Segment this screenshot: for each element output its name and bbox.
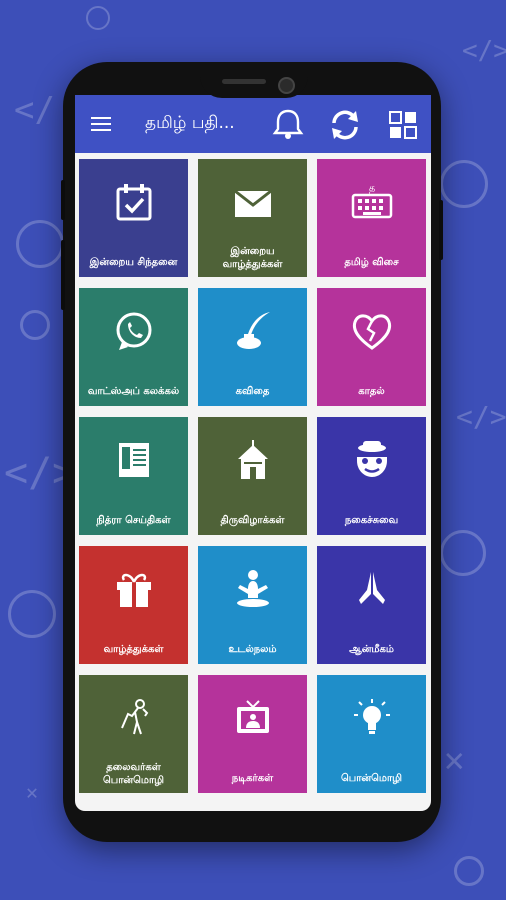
calendar-check-icon [116, 184, 152, 221]
praying-hands-icon [359, 572, 385, 604]
tile-label: தலைவர்கள் பொன்மொழி [102, 762, 165, 786]
tile-love[interactable]: காதல் [317, 288, 426, 406]
app-title: தமிழ் பதி... [145, 113, 235, 133]
envelope-icon [234, 189, 272, 217]
tile-label: வாட்ஸ்அப் கலக்கல் [87, 386, 180, 397]
bg-cross-icon: ✕ [26, 780, 39, 804]
quill-inkpot-icon [237, 312, 270, 349]
tile-label: இன்றைய வாழ்த்துக்கள் [222, 246, 283, 270]
svg-text:த: த [369, 183, 376, 194]
tile-today-thought[interactable]: இன்றைய சிந்தனை [79, 159, 188, 277]
tile-label: பொன்மொழி [340, 773, 403, 784]
bg-code-symbol: </ [14, 90, 55, 130]
leader-statue-icon [121, 699, 149, 735]
funny-face-icon [357, 441, 387, 477]
bg-globe-icon [86, 6, 110, 30]
gift-icon [117, 573, 151, 607]
bg-code-symbol: </> [456, 400, 506, 433]
tile-label: கவிதை [235, 386, 270, 397]
tile-poetry[interactable]: கவிதை [198, 288, 307, 406]
bg-globe-icon [16, 220, 64, 268]
tile-leaders-quotes[interactable]: தலைவர்கள் பொன்மொழி [79, 675, 188, 793]
tile-label: காதல் [358, 386, 385, 397]
yoga-icon [237, 570, 269, 607]
tile-proverbs[interactable]: பொன்மொழி [317, 675, 426, 793]
tile-label: நித்ரா செய்திகள் [96, 515, 171, 526]
newspaper-icon [119, 443, 149, 477]
tile-label: வாழ்த்துக்கள் [103, 644, 164, 655]
phone-side-button [61, 240, 65, 310]
menu-icon[interactable] [91, 117, 111, 131]
tile-comedy[interactable]: நகைச்சுவை [317, 417, 426, 535]
tile-label: திருவிழாக்கள் [220, 515, 285, 526]
tile-health[interactable]: உடல்நலம் [198, 546, 307, 664]
bg-circle-icon [20, 310, 50, 340]
tile-nithra-news[interactable]: நித்ரா செய்திகள் [79, 417, 188, 535]
bg-globe-icon [440, 530, 486, 576]
bg-globe-icon [8, 590, 56, 638]
tile-spirituality[interactable]: ஆன்மீகம் [317, 546, 426, 664]
bell-icon[interactable] [271, 107, 305, 141]
tv-actor-icon [237, 700, 269, 733]
phone-side-button [61, 180, 65, 220]
tile-label: நகைச்சுவை [344, 515, 399, 526]
lightbulb-icon [354, 699, 390, 734]
phone-speaker [222, 79, 266, 84]
bg-globe-icon [440, 160, 488, 208]
keyboard-icon: த [351, 183, 393, 219]
tile-today-wishes[interactable]: இன்றைய வாழ்த்துக்கள் [198, 159, 307, 277]
phone-side-button [439, 200, 443, 260]
tile-festivals[interactable]: திருவிழாக்கள் [198, 417, 307, 535]
tile-label: நடிகர்கள் [231, 773, 274, 784]
refresh-icon[interactable] [327, 107, 363, 143]
bg-circle-icon [454, 856, 484, 886]
tile-label: ஆன்மீகம் [349, 644, 394, 655]
tile-tamil-keyboard[interactable]: த தமிழ் விசை [317, 159, 426, 277]
tile-actors[interactable]: நடிகர்கள் [198, 675, 307, 793]
tile-whatsapp[interactable]: வாட்ஸ்அப் கலக்கல் [79, 288, 188, 406]
broken-heart-icon [352, 314, 392, 350]
bg-cross-icon: ✕ [444, 740, 465, 780]
temple-icon [238, 440, 268, 479]
tile-label: இன்றைய சிந்தனை [89, 257, 178, 268]
phone-camera [278, 77, 295, 94]
app-bar: தமிழ் பதி... [75, 95, 431, 153]
tile-label: உடல்நலம் [228, 644, 277, 655]
tile-greetings[interactable]: வாழ்த்துக்கள் [79, 546, 188, 664]
tile-label: தமிழ் விசை [344, 257, 399, 268]
apps-grid-icon[interactable] [389, 111, 417, 139]
phone-screen: தமிழ் பதி... இன்றைய சிந்தனை இன்றைய வாழ்த… [75, 95, 431, 811]
whatsapp-icon [116, 312, 152, 350]
bg-code-symbol: </> [462, 36, 506, 66]
